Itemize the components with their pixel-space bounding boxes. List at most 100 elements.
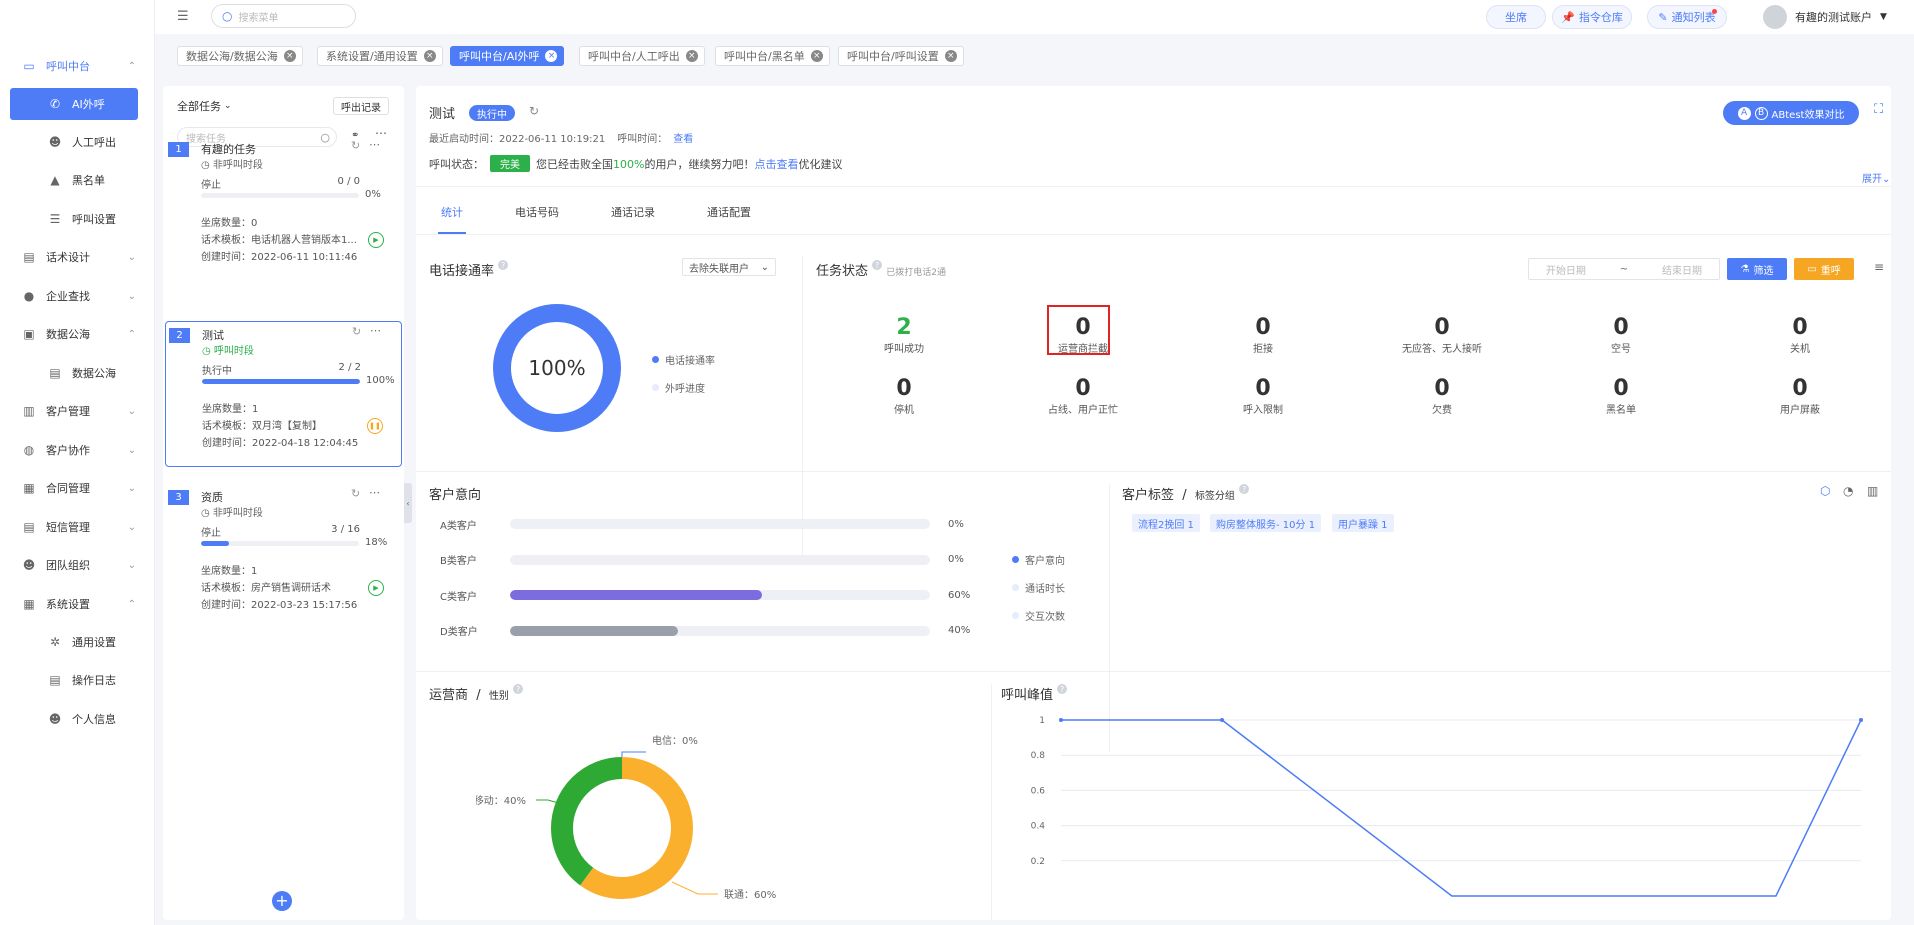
commands-button[interactable]: 📌 指令仓库 (1552, 5, 1632, 29)
close-icon[interactable]: × (685, 50, 698, 62)
intention-pct: 60% (948, 589, 971, 601)
pie-chart-icon[interactable]: ◔ (1843, 484, 1853, 498)
sidebar-item-16[interactable]: ▤ 操作日志 (10, 664, 138, 696)
call-records-button[interactable]: 呼出记录 (333, 97, 389, 115)
page-tab-0[interactable]: 数据公海/数据公海 × (177, 46, 303, 66)
sidebar-item-0[interactable]: ▭ 呼叫中台 ⌃ (10, 50, 138, 82)
abtest-button[interactable]: A B ABtest效果对比 (1723, 101, 1859, 125)
sort-icon[interactable]: ≡ (1874, 260, 1884, 274)
stat-value: 0 (1255, 315, 1271, 340)
help-icon[interactable]: ? (498, 260, 509, 270)
collapse-handle[interactable]: ‹ (404, 483, 412, 523)
filter-button[interactable]: ⚗ 筛选 (1727, 258, 1787, 280)
refresh-icon[interactable]: ↻ (529, 104, 539, 118)
tag-icon[interactable]: ⬡ (1820, 484, 1830, 498)
operator-subtitle[interactable]: 性别 (489, 691, 509, 702)
sidebar-item-15[interactable]: ✲ 通用设置 (10, 626, 138, 658)
bar-chart-icon[interactable]: ▥ (1867, 484, 1878, 498)
tab-bar: 数据公海/数据公海 × 系统设置/通用设置 × 呼叫中台/AI外呼 × 呼叫中台/人工呼出 ×… (155, 34, 1914, 76)
page-tab-3[interactable]: 呼叫中台/人工呼出 × (579, 46, 705, 66)
sidebar-item-12[interactable]: ▤ 短信管理 ⌄ (10, 511, 138, 543)
sidebar-item-2[interactable]: ☻ 人工呼出 (10, 126, 138, 158)
page-tab-1[interactable]: 系统设置/通用设置 × (317, 46, 443, 66)
sidebar-item-1[interactable]: ✆ AI外呼 (10, 88, 138, 120)
chevron-down-icon: ⌄ (127, 521, 136, 533)
legend-call-duration[interactable]: 通话时长 (1012, 580, 1065, 595)
sync-icon[interactable]: ↻ (351, 139, 360, 152)
menu-search[interactable]: ○ 搜索菜单 (211, 4, 356, 28)
top-bar: ☰ ○ 搜索菜单 坐席 📌 指令仓库 ✎ 通知列表 有趣的测试账户 ▼ (155, 0, 1914, 34)
date-range-picker[interactable]: 开始日期 ~ 结束日期 (1528, 258, 1720, 280)
ab-icon: A (1737, 106, 1751, 120)
sidebar-item-10[interactable]: ◍ 客户协作 ⌄ (10, 434, 138, 466)
page-tab-5[interactable]: 呼叫中台/呼叫设置 × (838, 46, 964, 66)
pause-icon[interactable]: ❚❚ (367, 418, 383, 434)
fullscreen-icon[interactable]: ⛶ (1874, 102, 1883, 117)
more-icon[interactable]: ⋯ (369, 138, 380, 151)
help-icon[interactable]: ? (1057, 684, 1068, 694)
notify-button[interactable]: ✎ 通知列表 (1647, 5, 1727, 29)
close-icon[interactable]: × (545, 50, 558, 62)
sidebar-item-6[interactable]: ● 企业查找 ⌄ (10, 280, 138, 312)
legend-connect-rate[interactable]: 电话接通率 (652, 352, 715, 367)
add-task-button[interactable]: + (272, 891, 292, 911)
call-status-text-3: 优化建议 (798, 157, 843, 171)
legend-intention[interactable]: 客户意向 (1012, 552, 1065, 567)
help-icon[interactable]: ? (1239, 484, 1250, 494)
help-icon[interactable]: ? (513, 684, 524, 694)
close-icon[interactable]: × (810, 50, 823, 62)
sidebar-item-label: 操作日志 (72, 674, 116, 687)
legend-label: 客户意向 (1025, 556, 1065, 567)
sync-icon[interactable]: ↻ (351, 487, 360, 500)
chart-icon: ▣ (23, 327, 35, 341)
optimize-link[interactable]: 点击查看 (754, 158, 798, 171)
sidebar-item-8[interactable]: ▤ 数据公海 (10, 357, 138, 389)
page-tab-4[interactable]: 呼叫中台/黑名单 × (715, 46, 830, 66)
tag-chip[interactable]: 流程2挽回 1 (1132, 514, 1200, 532)
sidebar-item-17[interactable]: ☻ 个人信息 (10, 703, 138, 735)
menu-toggle-icon[interactable]: ☰ (177, 9, 191, 24)
detail-tab-0[interactable]: 统计 (441, 204, 463, 220)
date-separator: ~ (1619, 263, 1629, 275)
page-tab-2[interactable]: 呼叫中台/AI外呼 × (450, 46, 565, 66)
tags-subtitle[interactable]: 标签分组 (1195, 491, 1235, 502)
sidebar-item-9[interactable]: ▥ 客户管理 ⌄ (10, 395, 138, 427)
expand-label: 展开 (1862, 174, 1882, 185)
legend-call-progress[interactable]: 外呼进度 (652, 380, 705, 395)
sidebar-item-13[interactable]: ☻ 团队组织 ⌄ (10, 549, 138, 581)
detail-tab-3[interactable]: 通话配置 (707, 204, 751, 220)
more-icon[interactable]: ⋯ (370, 324, 381, 337)
stat-label: 拒接 (1253, 344, 1273, 355)
recall-button[interactable]: ▭ 重呼 (1794, 258, 1854, 280)
sidebar-item-4[interactable]: ☰ 呼叫设置 (10, 203, 138, 235)
more-icon[interactable]: ⋯ (369, 486, 380, 499)
call-time-link[interactable]: 查看 (673, 134, 693, 145)
account-menu[interactable]: 有趣的测试账户 ▼ (1763, 3, 1887, 31)
expand-toggle[interactable]: 展开⌄ (1862, 170, 1890, 185)
sidebar-item-7[interactable]: ▣ 数据公海 ⌃ (10, 318, 138, 350)
tag-chip[interactable]: 购房整体服务- 10分 1 (1210, 514, 1322, 532)
close-icon[interactable]: × (423, 50, 436, 62)
chevron-down-icon: ⌄ (224, 101, 232, 111)
sync-icon[interactable]: ↻ (352, 325, 361, 338)
play-icon[interactable]: ▶ (368, 232, 384, 248)
task-card[interactable]: 2 测试 ↻ ⋯ ◷ 呼叫时段 执行中 2 / 2 100% 坐席数量：1 话术模板：双月湾【复制… (165, 321, 402, 467)
close-icon[interactable]: × (283, 50, 296, 62)
connect-filter-select[interactable]: 去除失联用户 ⌄ (682, 258, 776, 276)
legend-interactions[interactable]: 交互次数 (1012, 608, 1065, 623)
tag-chip[interactable]: 用户暴躁 1 (1332, 514, 1394, 532)
task-card[interactable]: 1 有趣的任务 ↻ ⋯ ◷ 非呼叫时段 停止 0 / 0 0% 坐席数量：0 话术模板：电话机器人… (165, 136, 402, 264)
task-card[interactable]: 3 资质 ↻ ⋯ ◷ 非呼叫时段 停止 3 / 16 18% 坐席数量：1 话术模板：房产销售调研… (165, 484, 402, 612)
help-icon[interactable]: ? (872, 260, 883, 270)
detail-tab-1[interactable]: 电话号码 (515, 204, 559, 220)
close-icon[interactable]: × (944, 50, 957, 62)
sidebar-item-11[interactable]: ▦ 合同管理 ⌄ (10, 472, 138, 504)
seat-button[interactable]: 坐席 (1486, 5, 1546, 29)
task-filter-dropdown[interactable]: 全部任务 ⌄ (177, 98, 232, 114)
sidebar-item-3[interactable]: ▲ 黑名单 (10, 164, 138, 196)
detail-tab-2[interactable]: 通话记录 (611, 204, 655, 220)
sidebar-item-14[interactable]: ▦ 系统设置 ⌃ (10, 588, 138, 620)
warning-icon: ▲ (50, 173, 60, 187)
sidebar-item-5[interactable]: ▤ 话术设计 ⌄ (10, 241, 138, 273)
play-icon[interactable]: ▶ (368, 580, 384, 596)
